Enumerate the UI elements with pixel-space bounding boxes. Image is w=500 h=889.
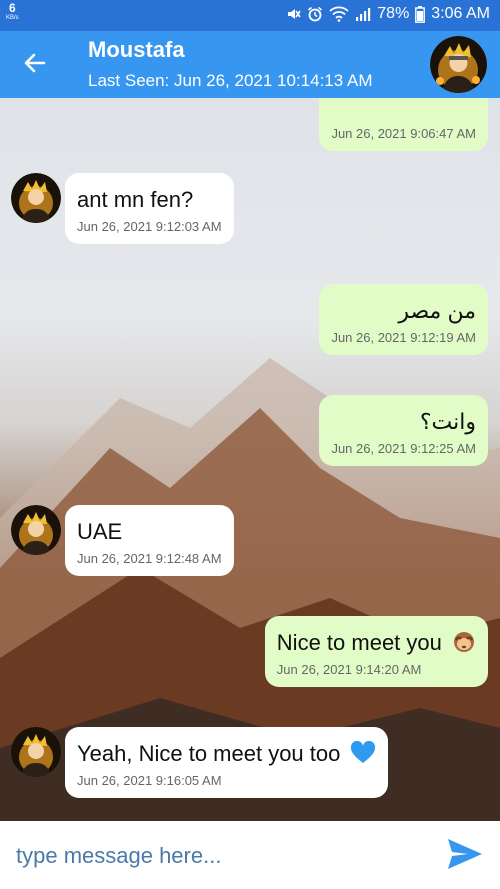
message-list[interactable]: Jun 26, 2021 9:06:47 AM ant mn fen? Jun … (0, 98, 500, 821)
message-bubble-outgoing[interactable]: Nice to meet you Jun 26, 2021 9:14:20 AM (264, 616, 488, 687)
signal-icon (356, 8, 371, 21)
network-speed-value: 6 (8, 1, 16, 15)
contact-name: Moustafa (88, 37, 185, 62)
message-text: ant mn fen? (77, 187, 194, 212)
network-speed-unit: KB/s (6, 15, 19, 21)
blue-heart-icon (351, 740, 376, 763)
message-input[interactable] (16, 839, 426, 873)
message-bubble-incoming[interactable]: Yeah, Nice to meet you too Jun 26, 2021 … (65, 727, 389, 798)
network-speed: 6 KB/s (6, 1, 19, 22)
battery-percent: 78% (377, 5, 410, 22)
message-time: Jun 26, 2021 9:12:48 AM (77, 551, 222, 566)
message-time: Jun 26, 2021 9:12:19 AM (331, 330, 476, 345)
message-text: Yeah, Nice to meet you too (77, 741, 341, 766)
last-seen: Last Seen: Jun 26, 2021 10:14:13 AM (88, 71, 373, 90)
message-time: Jun 26, 2021 9:12:03 AM (77, 219, 222, 234)
back-arrow-icon[interactable] (20, 48, 50, 78)
monkey-icon (454, 632, 474, 652)
composer (0, 821, 500, 889)
message-time: Jun 26, 2021 9:06:47 AM (331, 126, 476, 141)
message-time: Jun 26, 2021 9:14:20 AM (276, 662, 422, 677)
message-content: Nice to meet you (277, 630, 476, 656)
battery-icon (415, 5, 426, 23)
message-bubble-incoming[interactable]: ant mn fen? Jun 26, 2021 9:12:03 AM (65, 173, 234, 244)
mute-icon (288, 9, 301, 19)
status-bar: 6 KB/s 78% 3:06 AM (0, 0, 500, 31)
sender-avatar[interactable] (11, 173, 61, 223)
alarm-icon (308, 6, 323, 22)
sender-avatar[interactable] (11, 505, 61, 555)
message-text: وانت؟ (419, 409, 476, 434)
contact-avatar[interactable] (430, 36, 487, 93)
message-bubble-incoming[interactable]: UAE Jun 26, 2021 9:12:48 AM (65, 505, 234, 576)
chat-header: Moustafa Last Seen: Jun 26, 2021 10:14:1… (0, 31, 500, 98)
message-text: UAE (77, 519, 123, 544)
sender-avatar[interactable] (11, 727, 61, 777)
message-time: Jun 26, 2021 9:16:05 AM (77, 773, 222, 788)
wifi-icon (329, 6, 349, 22)
message-text: Nice to meet you (276, 630, 442, 655)
message-text: من مصر (398, 298, 476, 323)
clock: 3:06 AM (431, 5, 490, 22)
message-text (331, 98, 476, 120)
message-time: Jun 26, 2021 9:12:25 AM (331, 441, 476, 456)
message-bubble-outgoing[interactable]: وانت؟ Jun 26, 2021 9:12:25 AM (319, 395, 488, 466)
message-bubble-outgoing[interactable]: من مصر Jun 26, 2021 9:12:19 AM (319, 284, 488, 355)
message-content: Yeah, Nice to meet you too (77, 740, 376, 767)
message-bubble-outgoing[interactable]: Jun 26, 2021 9:06:47 AM (319, 98, 488, 151)
send-icon[interactable] (446, 837, 484, 871)
